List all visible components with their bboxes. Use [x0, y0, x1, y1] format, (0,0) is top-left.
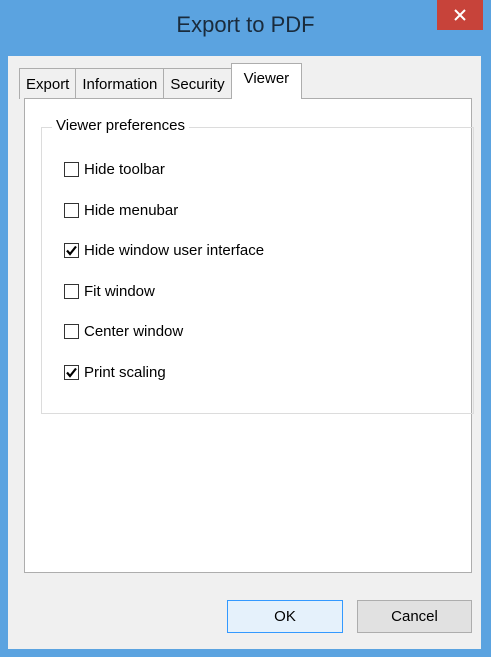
- hide-window-ui-checkbox[interactable]: [64, 243, 79, 258]
- hide-toolbar-checkbox[interactable]: [64, 162, 79, 177]
- hide-toolbar-option[interactable]: Hide toolbar: [64, 161, 165, 178]
- ok-button[interactable]: OK: [227, 600, 343, 633]
- viewer-preferences-group: Viewer preferences Hide toolbar Hide men…: [41, 117, 474, 414]
- export-to-pdf-dialog: Export to PDF Export Information Securit…: [0, 0, 491, 657]
- tab-information[interactable]: Information: [75, 68, 165, 99]
- fit-window-option[interactable]: Fit window: [64, 283, 155, 300]
- close-button[interactable]: [437, 0, 483, 30]
- hide-toolbar-label: Hide toolbar: [84, 161, 165, 178]
- checkmark-icon: [66, 245, 77, 256]
- print-scaling-option[interactable]: Print scaling: [64, 364, 166, 381]
- close-icon: [454, 9, 466, 21]
- print-scaling-checkbox[interactable]: [64, 365, 79, 380]
- hide-menubar-label: Hide menubar: [84, 202, 179, 219]
- hide-window-ui-label: Hide window user interface: [84, 242, 265, 259]
- tab-export[interactable]: Export: [19, 68, 77, 99]
- hide-window-ui-option[interactable]: Hide window user interface: [64, 242, 264, 259]
- center-window-label: Center window: [84, 323, 184, 340]
- window-title: Export to PDF: [176, 12, 315, 37]
- center-window-checkbox[interactable]: [64, 324, 79, 339]
- hide-menubar-checkbox[interactable]: [64, 203, 79, 218]
- checkmark-icon: [66, 367, 77, 378]
- viewer-tab-panel: Viewer preferences Hide toolbar Hide men…: [24, 98, 474, 573]
- tab-viewer[interactable]: Viewer: [230, 63, 303, 99]
- title-bar[interactable]: Export to PDF: [0, 0, 491, 56]
- hide-menubar-option[interactable]: Hide menubar: [64, 202, 178, 219]
- group-label: Viewer preferences: [52, 117, 189, 134]
- tab-strip: Export Information Security Viewer: [19, 63, 303, 99]
- print-scaling-label: Print scaling: [84, 364, 166, 381]
- cancel-button[interactable]: Cancel: [357, 600, 472, 633]
- fit-window-checkbox[interactable]: [64, 284, 79, 299]
- tab-security[interactable]: Security: [163, 68, 232, 99]
- center-window-option[interactable]: Center window: [64, 323, 183, 340]
- fit-window-label: Fit window: [84, 283, 155, 300]
